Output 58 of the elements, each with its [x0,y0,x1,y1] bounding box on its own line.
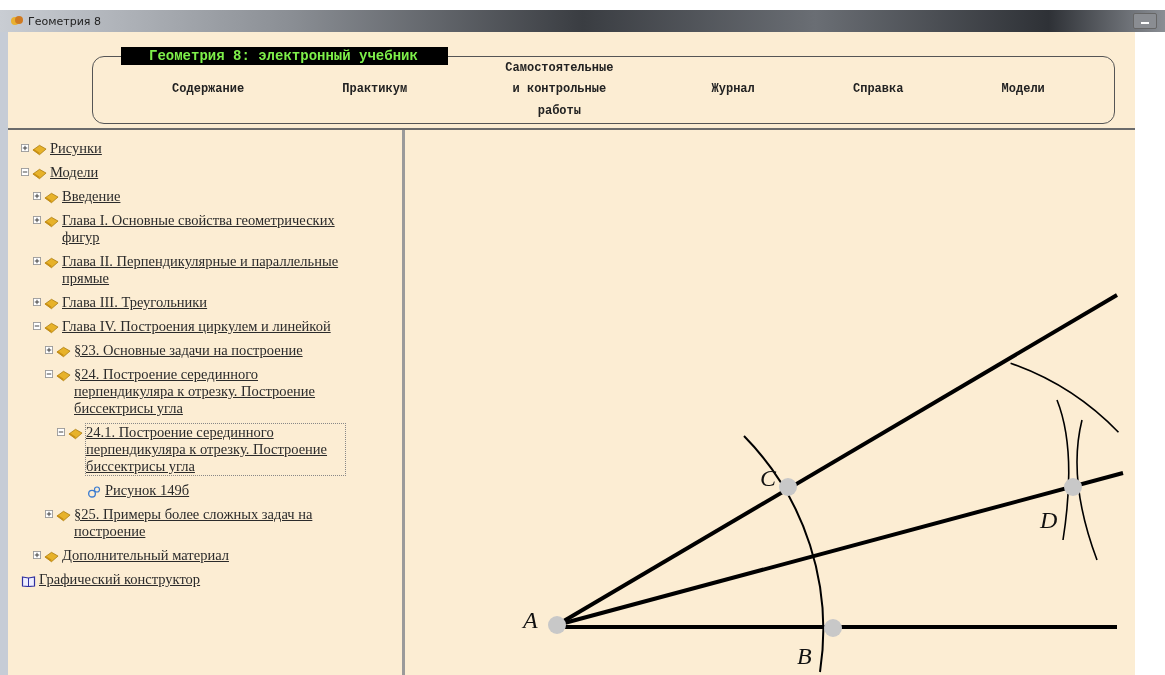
nav-link[interactable]: Модели [997,79,1049,101]
book-icon [56,346,71,358]
point-marker[interactable] [824,619,842,637]
book-icon [32,168,47,180]
tree-link[interactable]: Глава I. Основные свойства геометрических фигур [61,211,346,247]
expand-icon[interactable] [45,510,53,518]
nav-link[interactable]: Практикум [338,79,412,101]
tree-link[interactable]: Рисунок 149б [104,481,191,500]
tree-link[interactable]: Дополнительный материал [61,546,230,565]
point-label: D [1040,508,1058,532]
point-label: B [797,644,812,668]
book-icon [56,370,71,382]
window-title: Геометрия 8 [28,14,101,28]
expand-icon[interactable] [33,192,41,200]
nav-link[interactable]: Журнал [707,79,759,101]
book-icon [32,144,47,156]
book-icon [44,192,59,204]
app-icon [10,14,24,28]
book-icon [56,510,71,522]
tree-link[interactable]: Введение [61,187,122,206]
collapse-icon[interactable] [57,428,65,436]
book-icon [44,551,59,563]
gears-icon [87,486,102,498]
point-label: A [523,608,538,632]
nav-link[interactable]: Самостоятельные и контрольные работы [501,57,618,123]
expand-icon[interactable] [45,346,53,354]
point-label: C [760,466,776,490]
book-icon [44,216,59,228]
minimize-button[interactable] [1133,13,1157,29]
collapse-icon[interactable] [21,168,29,176]
tree-link[interactable]: §25. Примеры более сложных задач на построение [73,505,346,541]
point-marker[interactable] [1064,478,1082,496]
expand-icon[interactable] [33,257,41,265]
collapse-icon[interactable] [45,370,53,378]
tree-link[interactable]: Модели [49,163,100,182]
nav-link[interactable]: Содержание [168,79,249,101]
app-banner: Геометрия 8: электронный учебник [121,47,448,65]
expand-icon[interactable] [21,144,29,152]
tree-link[interactable]: Рисунки [49,139,103,158]
tree-link[interactable]: §24. Построение серединного перпендикуляра к отрезку. Построение биссектрисы угла [73,365,346,418]
open-book-icon [21,575,36,587]
book-icon [44,322,59,334]
tree-link[interactable]: Глава II. Перпендикулярные и параллельные прямые [61,252,346,288]
book-icon [44,257,59,269]
tree-link[interactable]: Глава IV. Построения циркулем и линейкой [61,317,332,336]
book-icon [44,298,59,310]
book-icon [68,428,83,440]
expand-icon[interactable] [33,216,41,224]
point-marker[interactable] [779,478,797,496]
tree-link[interactable]: Графический конструктор [38,570,202,589]
nav-link[interactable]: Справка [849,79,908,101]
tree-link[interactable]: §23. Основные задачи на построение [73,341,304,360]
tree-link[interactable]: Глава III. Треугольники [61,293,209,312]
tree-link[interactable]: 24.1. Построение серединного перпендикуляра к отрезку. Построение биссектрисы угла [85,423,346,476]
point-marker[interactable] [548,616,566,634]
collapse-icon[interactable] [33,322,41,330]
expand-icon[interactable] [33,298,41,306]
expand-icon[interactable] [33,551,41,559]
